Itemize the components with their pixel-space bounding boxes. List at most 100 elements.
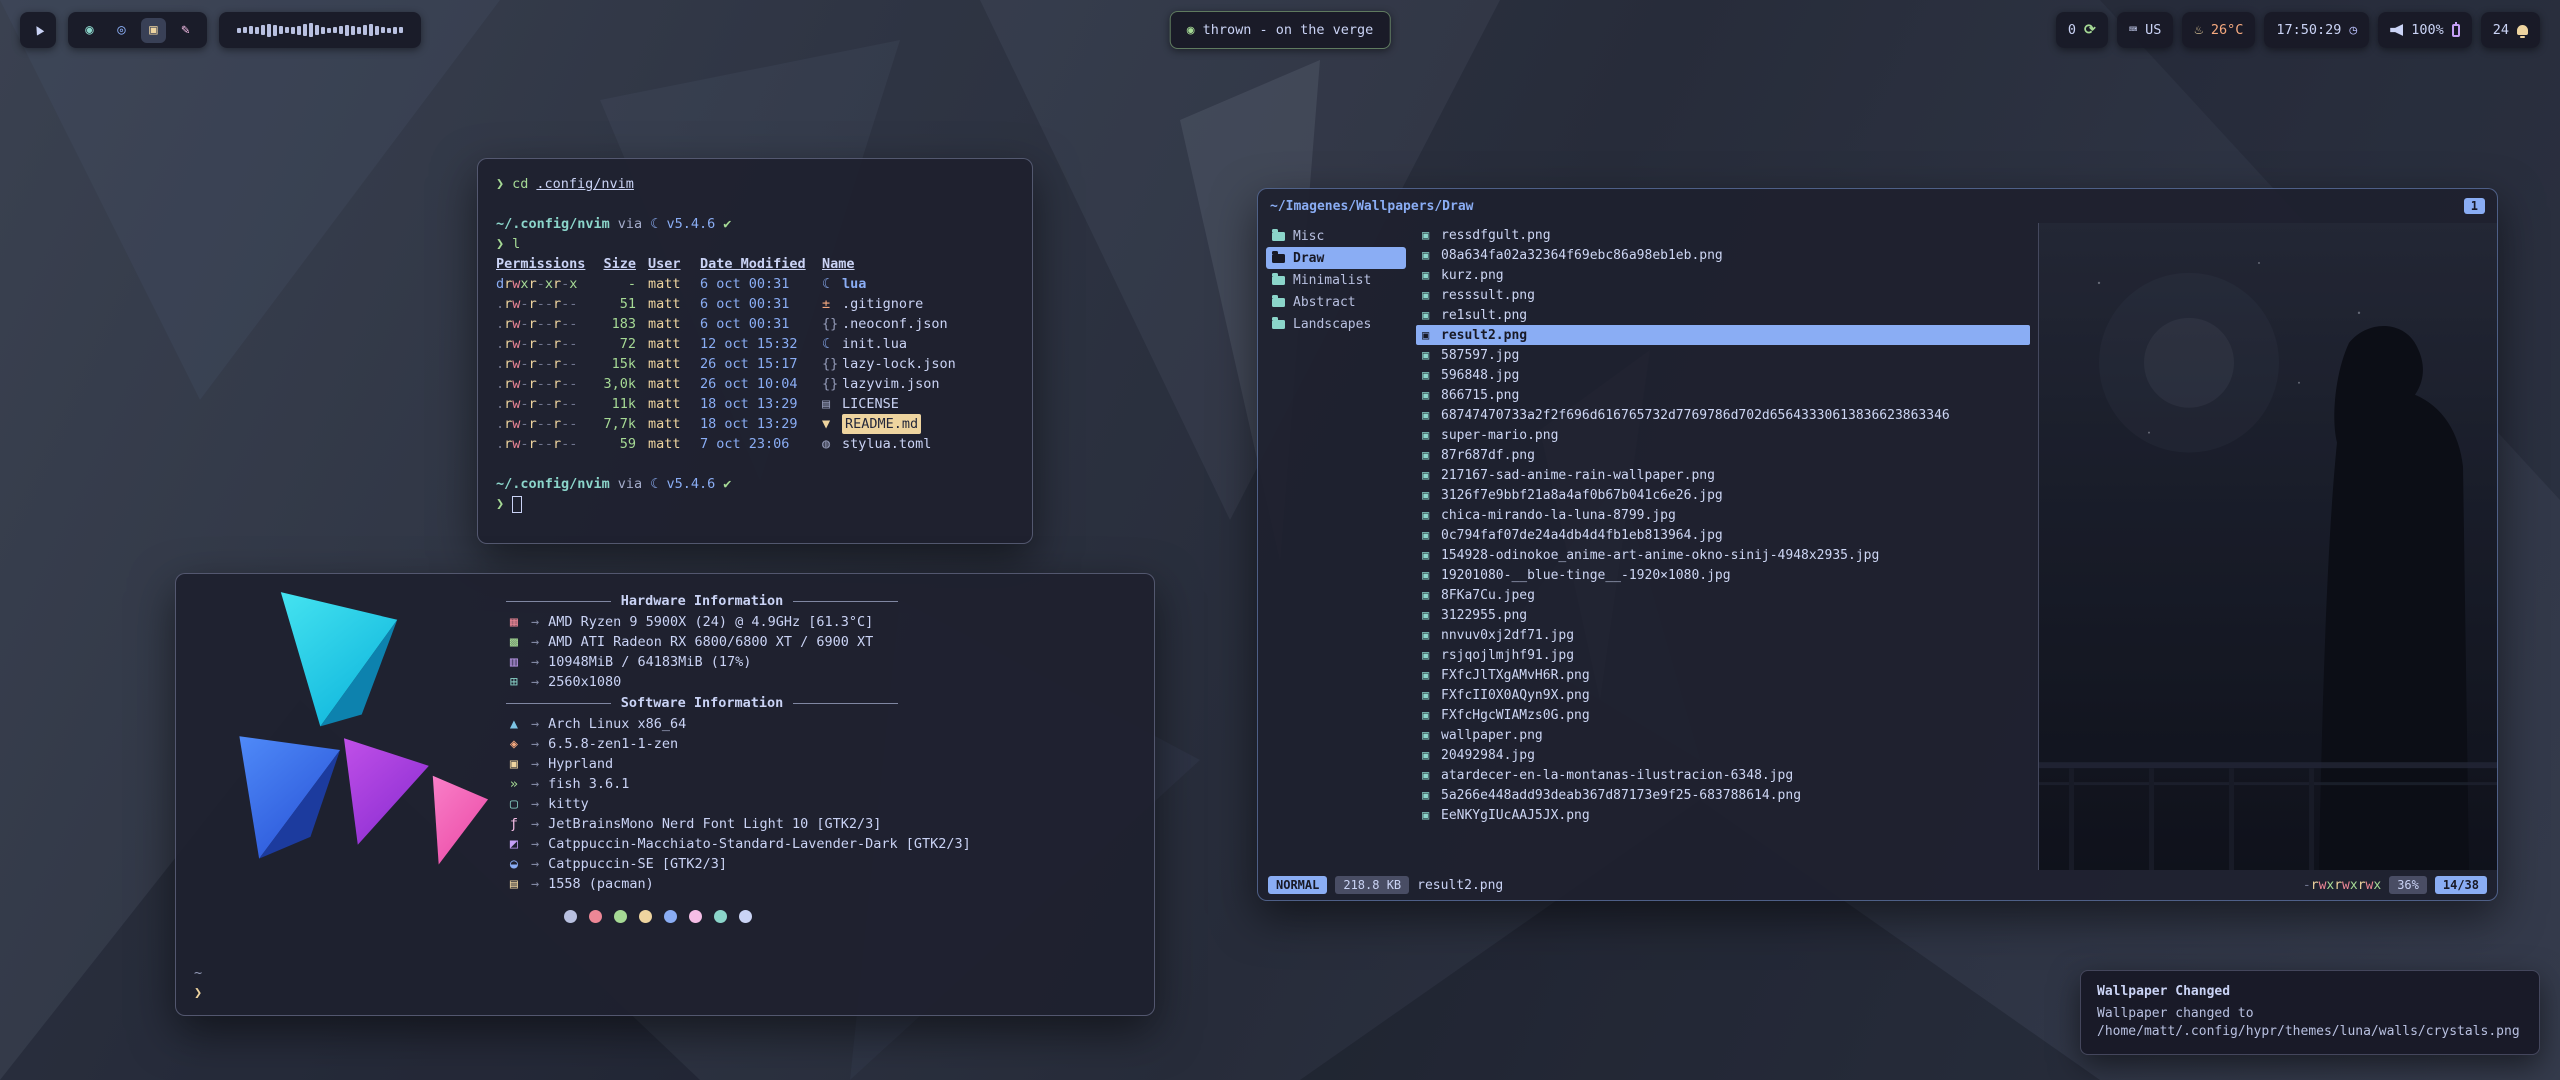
audio-visualizer-widget[interactable] xyxy=(219,12,421,48)
arrow-icon: → xyxy=(531,654,539,670)
info-icon: ƒ xyxy=(506,816,522,832)
file-row[interactable]: ▣ resssult.png xyxy=(1416,285,2030,305)
file-name: README.md xyxy=(842,414,921,434)
file-row[interactable]: ▣ FXfcHgcWIAMzs0G.png xyxy=(1416,705,2030,725)
sidebar-folder-item[interactable]: Draw xyxy=(1266,247,1406,269)
prompt-char: ❯ xyxy=(496,174,504,194)
file-name: nnvuv0xj2df71.jpg xyxy=(1441,628,1574,643)
file-row[interactable]: ▣ result2.png xyxy=(1416,325,2030,345)
fetch-terminal-window[interactable]: Hardware Information ▦ → AMD Ryzen 9 590… xyxy=(175,573,1155,1016)
permissions: .rw-r--r-- xyxy=(496,334,592,354)
image-file-icon: ▣ xyxy=(1422,708,1441,722)
info-icon: ▣ xyxy=(506,756,522,772)
file-row[interactable]: ▣ 19201080-__blue-tinge__-1920×1080.jpg xyxy=(1416,565,2030,585)
file-row[interactable]: ▣ 587597.jpg xyxy=(1416,345,2030,365)
bell-icon xyxy=(2517,25,2528,35)
volume-widget[interactable]: 100% xyxy=(2378,12,2472,48)
tab-badge[interactable]: 1 xyxy=(2464,198,2485,214)
arrow-icon: → xyxy=(531,876,539,892)
file-row[interactable]: ▣ EeNKYgIUcAAJ5JX.png xyxy=(1416,805,2030,825)
via-label: via xyxy=(618,214,642,234)
workspace-button[interactable]: ✎ xyxy=(173,18,198,43)
sidebar-folder-item[interactable]: Misc xyxy=(1266,225,1406,247)
file-row[interactable]: ▣ 154928-odinokoe_anime-art-anime-okno-s… xyxy=(1416,545,2030,565)
shell-prompt[interactable]: ~ ❯ xyxy=(194,963,202,1003)
visualizer-bars xyxy=(237,12,403,48)
notifications-widget[interactable]: 24 xyxy=(2481,12,2540,48)
file-row[interactable]: ▣ ressdfgult.png xyxy=(1416,225,2030,245)
arrow-icon: → xyxy=(531,716,539,732)
info-icon: ◈ xyxy=(506,736,522,752)
file-manager-window[interactable]: ~/Imagenes/Wallpapers/Draw 1 Misc Draw M… xyxy=(1257,188,2498,901)
image-file-icon: ▣ xyxy=(1422,348,1441,362)
keyboard-layout-widget[interactable]: ⌨ US xyxy=(2117,12,2174,48)
file-name: 87r687df.png xyxy=(1441,448,1535,463)
file-type-icon: ▤ xyxy=(822,394,842,414)
via-label: via xyxy=(618,474,642,494)
check-icon: ✔ xyxy=(723,474,731,494)
workspace-button[interactable]: ◉ xyxy=(77,18,102,43)
workspace-app-icon: ◉ xyxy=(85,22,93,38)
input-line[interactable]: ❯ xyxy=(496,494,1014,514)
workspace-app-icon: ▣ xyxy=(149,22,157,38)
updates-widget[interactable]: 0 ⟳ xyxy=(2056,12,2108,48)
clock-icon: ◷ xyxy=(2349,23,2357,38)
file-date: 7 oct 23:06 xyxy=(700,434,812,454)
file-row[interactable]: ▣ chica-mirando-la-luna-8799.jpg xyxy=(1416,505,2030,525)
info-value: kitty xyxy=(548,796,589,812)
file-row[interactable]: ▣ 217167-sad-anime-rain-wallpaper.png xyxy=(1416,465,2030,485)
file-row[interactable]: ▣ 08a634fa02a32364f69ebc86a98eb1eb.png xyxy=(1416,245,2030,265)
file-name: 0c794faf07de24a4db4d4fb1eb813964.jpg xyxy=(1441,528,1723,543)
file-row[interactable]: ▣ super-mario.png xyxy=(1416,425,2030,445)
file-row[interactable]: ▣ 596848.jpg xyxy=(1416,365,2030,385)
file-owner: matt xyxy=(648,274,688,294)
system-info: Hardware Information ▦ → AMD Ryzen 9 590… xyxy=(506,574,1154,937)
topbar-left: ▶ ◉ ◎ ▣ ✎ xyxy=(20,12,421,48)
file-date: 6 oct 00:31 xyxy=(700,294,812,314)
file-row[interactable]: ▣ 8FKa7Cu.jpeg xyxy=(1416,585,2030,605)
file-row[interactable]: ▣ atardecer-en-la-montanas-ilustracion-6… xyxy=(1416,765,2030,785)
terminal-window[interactable]: ❯cd.config/nvim ~/.config/nvimvia☾ v5.4.… xyxy=(477,158,1033,544)
folder-icon xyxy=(1272,320,1285,329)
launcher-button[interactable]: ▶ xyxy=(20,12,56,48)
notification-popup[interactable]: Wallpaper Changed Wallpaper changed to /… xyxy=(2080,970,2540,1055)
file-row[interactable]: ▣ 3122955.png xyxy=(1416,605,2030,625)
file-row[interactable]: ▣ 0c794faf07de24a4db4d4fb1eb813964.jpg xyxy=(1416,525,2030,545)
file-row[interactable]: ▣ nnvuv0xj2df71.jpg xyxy=(1416,625,2030,645)
file-row[interactable]: ▣ 5a266e448add93deab367d87173e9f25-68378… xyxy=(1416,785,2030,805)
file-row[interactable]: ▣ 3126f7e9bbf21a8a4af0b67b041c6e26.jpg xyxy=(1416,485,2030,505)
media-player-widget[interactable]: ◉ thrown - on the verge xyxy=(1170,11,1391,49)
section-header: Software Information xyxy=(506,693,898,713)
arrow-icon: → xyxy=(531,674,539,690)
info-value: Hyprland xyxy=(548,756,613,772)
starship-prompt: ~/.config/nvimvia☾ v5.4.6✔ xyxy=(496,474,1014,494)
image-file-icon: ▣ xyxy=(1422,328,1441,342)
arrow-icon: → xyxy=(531,634,539,650)
folder-name: Minimalist xyxy=(1293,273,1371,288)
file-row[interactable]: ▣ kurz.png xyxy=(1416,265,2030,285)
file-row[interactable]: ▣ 866715.png xyxy=(1416,385,2030,405)
clock-widget[interactable]: 17:50:29 ◷ xyxy=(2264,12,2369,48)
keyboard-layout: US xyxy=(2145,22,2161,38)
temperature-widget[interactable]: ♨ 26°C xyxy=(2182,12,2255,48)
file-row[interactable]: ▣ 68747470733a2f2f696d616765732d7769786d… xyxy=(1416,405,2030,425)
file-row[interactable]: ▣ FXfcJlTXgAMvH6R.png xyxy=(1416,665,2030,685)
file-row[interactable]: ▣ rsjqojlmjhf91.jpg xyxy=(1416,645,2030,665)
file-date: 6 oct 00:31 xyxy=(700,274,812,294)
sidebar-folder-item[interactable]: Landscapes xyxy=(1266,313,1406,335)
workspace-button[interactable]: ▣ xyxy=(141,18,166,43)
sidebar-folder-item[interactable]: Abstract xyxy=(1266,291,1406,313)
file-row[interactable]: ▣ 87r687df.png xyxy=(1416,445,2030,465)
file-row[interactable]: ▣ 20492984.jpg xyxy=(1416,745,2030,765)
info-line: » → fish 3.6.1 xyxy=(506,774,1132,794)
file-entry-row: drwxr-xr-x - matt 6 oct 00:31 ☾ lua xyxy=(496,274,1014,294)
image-file-icon: ▣ xyxy=(1422,728,1441,742)
file-row[interactable]: ▣ re1sult.png xyxy=(1416,305,2030,325)
sidebar-folder-item[interactable]: Minimalist xyxy=(1266,269,1406,291)
info-line: ▲ → Arch Linux x86_64 xyxy=(506,714,1132,734)
workspace-button[interactable]: ◎ xyxy=(109,18,134,43)
file-row[interactable]: ▣ FXfcII0X0AQyn9X.png xyxy=(1416,685,2030,705)
info-value: AMD ATI Radeon RX 6800/6800 XT / 6900 XT xyxy=(548,634,873,650)
file-row[interactable]: ▣ wallpaper.png xyxy=(1416,725,2030,745)
file-permissions: -rwxrwxrwx xyxy=(2303,878,2381,893)
